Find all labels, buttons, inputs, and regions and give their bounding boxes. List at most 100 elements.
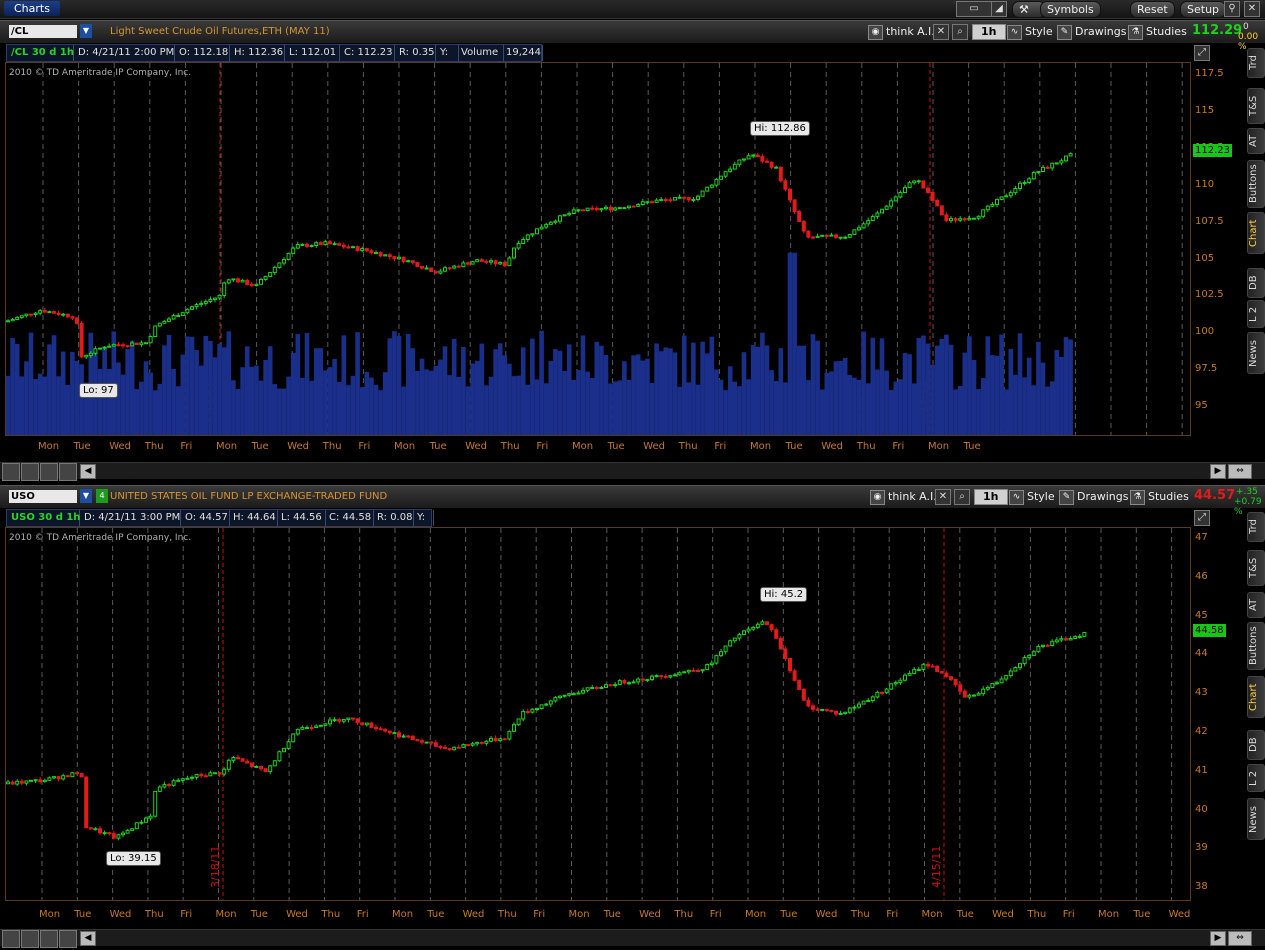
- grid-icon[interactable]: [2, 930, 20, 948]
- pointer-icon[interactable]: [59, 930, 77, 948]
- symbols-button[interactable]: Symbols: [1040, 1, 1101, 18]
- volume-bar: [557, 350, 563, 435]
- candle-body: [723, 171, 728, 177]
- date-marker-label: 4/15/11: [930, 846, 943, 888]
- volume-bar: [870, 337, 876, 435]
- side-tab-ts[interactable]: T&S: [1247, 550, 1265, 586]
- candle-body: [130, 828, 135, 831]
- candle-body: [208, 772, 213, 777]
- side-tab-at[interactable]: AT: [1247, 592, 1265, 618]
- side-tab-buttons[interactable]: Buttons: [1247, 622, 1265, 670]
- style-button[interactable]: ∿ Style: [1007, 24, 1053, 40]
- side-tab-news[interactable]: News: [1247, 332, 1265, 374]
- scroll-right-icon[interactable]: ▶: [1210, 931, 1226, 946]
- candle-body: [723, 645, 728, 653]
- volume-bar: [401, 386, 406, 435]
- chart-type-icon[interactable]: ⤢: [1194, 510, 1210, 526]
- drawings-button[interactable]: ✎ Drawings: [1057, 24, 1126, 40]
- candle-body: [240, 279, 245, 283]
- expand-icon[interactable]: ⇔: [1228, 931, 1252, 946]
- side-tab-chart[interactable]: Chart: [1247, 676, 1265, 718]
- pane2-scrollbar[interactable]: ◀ ▶ ⇔: [0, 929, 1265, 948]
- top-toolbar: Charts ▭ ◢ ⚒ Symbols Reset Setup ⚲ ✕: [0, 0, 1265, 19]
- zoom-out-icon[interactable]: [40, 463, 58, 481]
- side-tab-l2[interactable]: L 2: [1247, 764, 1265, 792]
- studies-button[interactable]: ⚗ Studies: [1128, 24, 1187, 40]
- zoom-in-icon[interactable]: [21, 463, 39, 481]
- candle-body: [1054, 639, 1059, 643]
- volume-bar: [953, 389, 958, 435]
- setup-button[interactable]: Setup: [1180, 1, 1227, 18]
- zoom-icon[interactable]: ⌕: [952, 24, 968, 40]
- candle-body: [121, 344, 125, 347]
- zoom-icon[interactable]: ⌕: [954, 489, 970, 505]
- side-tab-l2[interactable]: L 2: [1247, 300, 1265, 328]
- zoom-in-icon[interactable]: [21, 930, 39, 948]
- volume-bar: [129, 340, 135, 435]
- reset-button[interactable]: Reset: [1130, 1, 1175, 18]
- drawings-button[interactable]: ✎ Drawings: [1059, 489, 1128, 505]
- pane2-plot[interactable]: 3/18/11 4/15/11 2010 © TD Ameritrade IP C…: [5, 527, 1191, 901]
- style-button[interactable]: ∿ Style: [1009, 489, 1055, 505]
- pin-icon[interactable]: ⚲: [1224, 1, 1240, 17]
- volume-bar: [787, 252, 793, 435]
- candle-body: [728, 168, 733, 173]
- pane1-price-axis: 117.5115112.5110107.5105102.510097.595: [1193, 62, 1243, 434]
- symbol-input[interactable]: USO: [9, 490, 77, 503]
- scroll-left-icon[interactable]: ◀: [80, 931, 96, 946]
- candle-body: [102, 832, 107, 835]
- color-picker-icon[interactable]: ◢: [991, 1, 1007, 17]
- aggregation-select[interactable]: 1h: [972, 24, 1006, 40]
- side-tab-chart[interactable]: Chart: [1247, 212, 1265, 254]
- expand-icon[interactable]: ⇔: [1228, 464, 1252, 479]
- date-tick-label: Thu: [678, 441, 698, 452]
- layout-grid-icon[interactable]: ▭: [956, 1, 992, 17]
- tab-charts[interactable]: Charts: [4, 1, 60, 16]
- candle-body: [995, 199, 999, 206]
- think-ai-button[interactable]: ◉ think A.I.: [868, 24, 935, 40]
- think-ai-button[interactable]: ◉ think A.I.: [870, 489, 937, 505]
- info-close: C: 44.58: [325, 510, 374, 526]
- chevron-down-icon[interactable]: ▼: [80, 489, 92, 503]
- candle-body: [15, 316, 20, 320]
- volume-bar: [474, 360, 480, 435]
- aggregation-select[interactable]: 1h: [974, 489, 1008, 505]
- close-icon[interactable]: ✕: [1244, 1, 1260, 17]
- volume-bar: [911, 383, 917, 435]
- pane1-scrollbar[interactable]: ◀ ▶ ⇔: [0, 462, 1265, 481]
- scroll-left-icon[interactable]: ◀: [80, 464, 96, 479]
- side-tab-trd[interactable]: Trd: [1247, 48, 1265, 78]
- link-number[interactable]: 4: [96, 489, 108, 503]
- volume-bar: [304, 332, 310, 435]
- grid-icon[interactable]: [2, 463, 20, 481]
- chart-type-icon[interactable]: ⤢: [1194, 45, 1210, 61]
- pane1-plot[interactable]: 3/18/114/15/11 2010 © TD Ameritrade IP C…: [5, 62, 1191, 436]
- candle-body: [52, 776, 56, 779]
- date-tick-label: Tue: [785, 441, 803, 452]
- side-tab-news[interactable]: News: [1247, 798, 1265, 840]
- candle-body: [774, 166, 779, 169]
- candle-body: [1008, 192, 1013, 197]
- crosshair-icon[interactable]: ✕: [933, 24, 949, 40]
- drawing-tool-icon[interactable]: [59, 463, 77, 481]
- candle-body: [696, 195, 700, 200]
- candle-body: [645, 201, 650, 204]
- studies-button[interactable]: ⚗ Studies: [1130, 489, 1189, 505]
- scroll-right-icon[interactable]: ▶: [1210, 464, 1226, 479]
- candle-body: [493, 737, 498, 742]
- side-tab-db[interactable]: DB: [1247, 730, 1265, 760]
- side-tab-trd[interactable]: Trd: [1247, 512, 1265, 542]
- side-tab-at[interactable]: AT: [1247, 128, 1265, 154]
- candle-body: [553, 697, 558, 702]
- volume-bar: [396, 335, 402, 435]
- side-tab-db[interactable]: DB: [1247, 268, 1265, 298]
- zoom-out-icon[interactable]: [40, 930, 58, 948]
- chevron-down-icon[interactable]: ▼: [80, 24, 92, 38]
- price-tick-label: 102.5: [1195, 289, 1224, 301]
- volume-bar: [327, 367, 333, 435]
- side-tab-ts[interactable]: T&S: [1247, 88, 1265, 124]
- date-tick-label: Tue: [250, 909, 268, 920]
- side-tab-buttons[interactable]: Buttons: [1247, 160, 1265, 208]
- symbol-input[interactable]: /CL: [9, 25, 77, 38]
- crosshair-icon[interactable]: ✕: [935, 489, 951, 505]
